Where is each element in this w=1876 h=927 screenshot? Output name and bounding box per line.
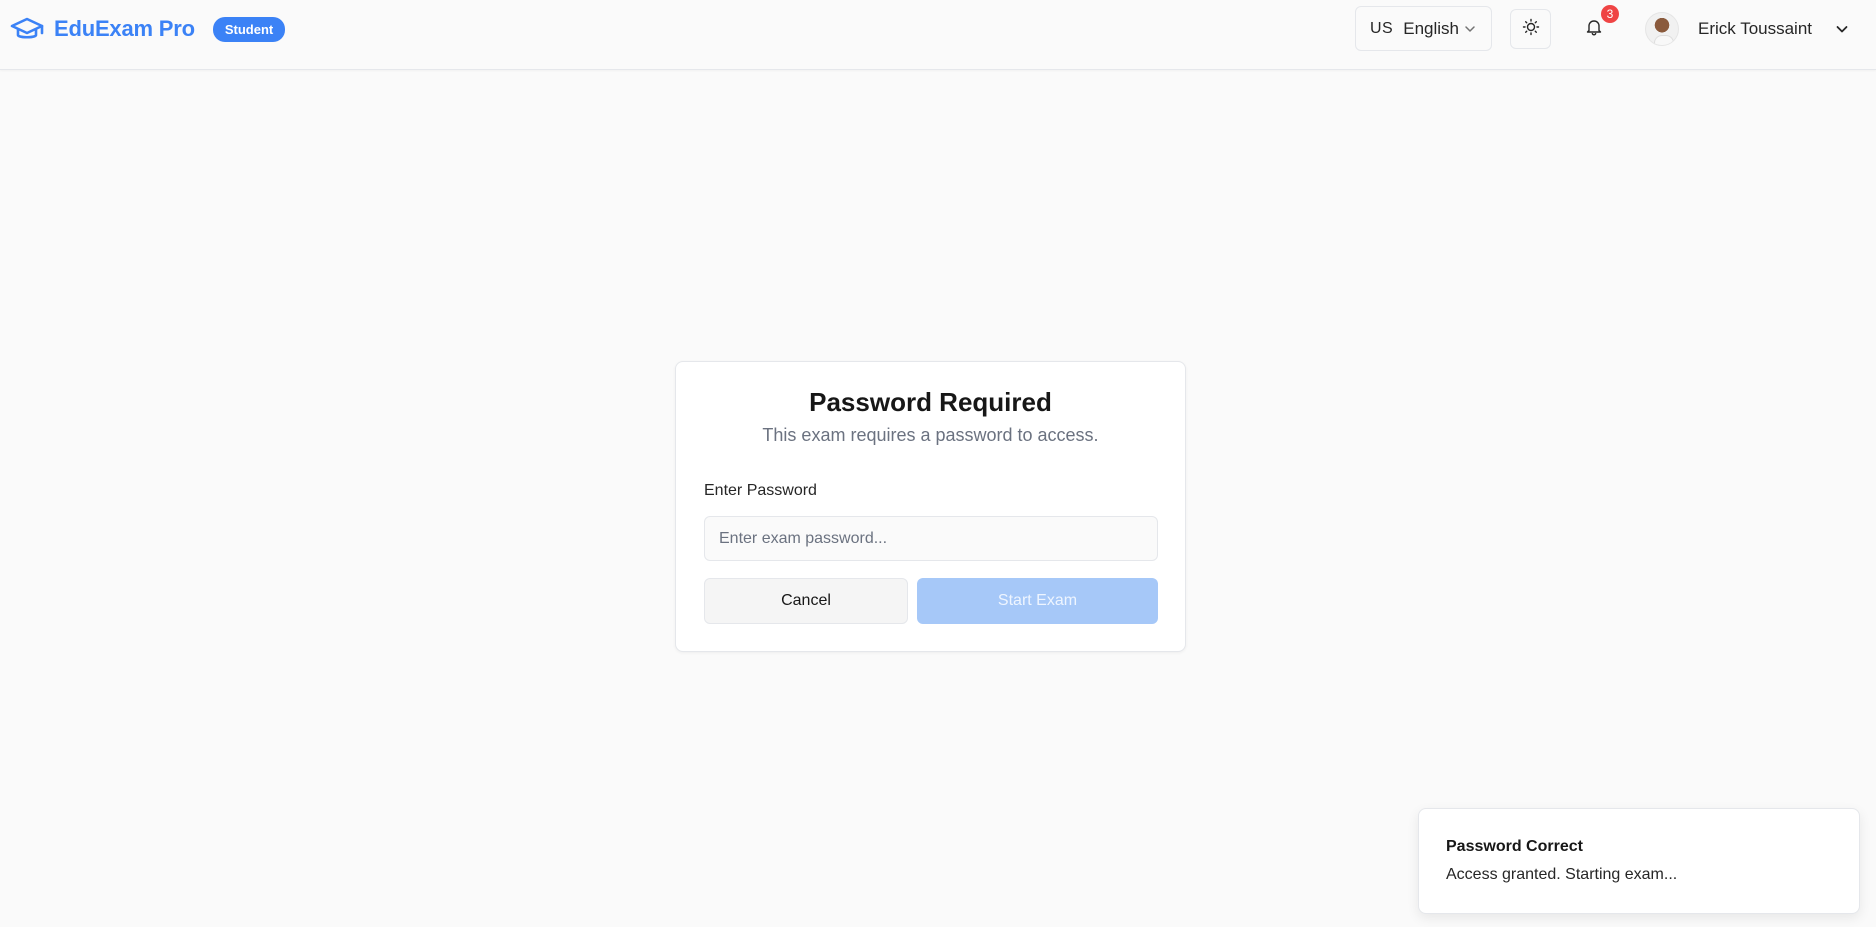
start-exam-button[interactable]: Start Exam <box>917 578 1158 624</box>
sun-icon <box>1522 18 1540 41</box>
theme-toggle-button[interactable] <box>1510 9 1551 49</box>
toast-notification: Password Correct Access granted. Startin… <box>1418 808 1860 914</box>
language-label: English <box>1403 18 1459 38</box>
notification-count-badge: 3 <box>1601 5 1619 23</box>
brand-name: EduExam Pro <box>54 16 195 41</box>
role-badge: Student <box>212 16 286 42</box>
notifications-button[interactable]: 3 <box>1574 5 1619 49</box>
graduation-cap-icon <box>10 14 46 44</box>
password-dialog: Password Required This exam requires a p… <box>675 361 1186 652</box>
dialog-title: Password Required <box>809 387 1052 417</box>
dialog-subtitle: This exam requires a password to access. <box>762 425 1099 445</box>
cancel-button[interactable]: Cancel <box>704 578 908 624</box>
toast-title: Password Correct <box>1446 838 1583 855</box>
password-label: Enter Password <box>704 482 817 499</box>
us-flag-icon: US <box>1370 19 1394 37</box>
user-menu[interactable]: Erick Toussaint <box>1645 10 1850 48</box>
password-input[interactable] <box>704 516 1158 561</box>
chevron-down-icon <box>1463 21 1477 41</box>
toast-message: Access granted. Starting exam... <box>1446 866 1678 883</box>
language-select[interactable]: US English <box>1355 6 1492 51</box>
bell-icon <box>1585 18 1603 41</box>
user-name: Erick Toussaint <box>1698 19 1813 38</box>
top-header: EduExam Pro Student US English 3 Erick T… <box>0 0 1876 70</box>
brand[interactable]: EduExam Pro Student <box>10 12 286 46</box>
chevron-down-icon <box>1834 21 1850 37</box>
avatar <box>1645 12 1679 46</box>
